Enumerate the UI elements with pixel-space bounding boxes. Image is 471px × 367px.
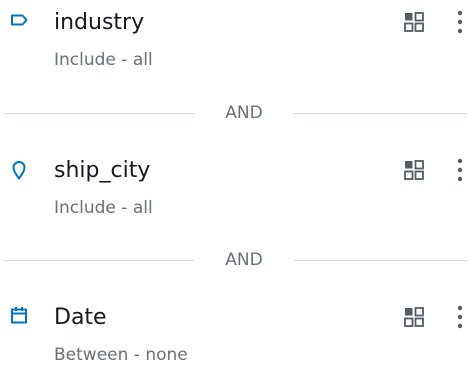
filter-description: Include - all <box>54 198 153 218</box>
filter-controls-icon[interactable] <box>402 305 426 329</box>
more-options-icon[interactable] <box>452 156 468 186</box>
filter-description: Include - all <box>54 50 153 70</box>
calendar-icon <box>9 305 29 325</box>
divider-line <box>294 113 467 114</box>
location-pin-icon <box>9 160 29 180</box>
divider-line <box>294 260 467 261</box>
filter-field-name: Date <box>54 305 107 330</box>
and-separator: AND <box>0 102 471 124</box>
filter-item-date[interactable]: Date Between - none <box>0 295 471 367</box>
filter-item-ship-city[interactable]: ship_city Include - all <box>0 148 471 220</box>
filter-controls-icon[interactable] <box>402 158 426 182</box>
filter-description: Between - none <box>54 345 188 365</box>
filter-item-industry[interactable]: industry Include - all <box>0 0 471 72</box>
tag-icon <box>9 10 29 30</box>
divider-line <box>4 113 194 114</box>
filter-field-name: industry <box>54 10 145 35</box>
and-label: AND <box>225 250 263 270</box>
divider-line <box>4 260 194 261</box>
and-separator: AND <box>0 249 471 271</box>
filter-controls-icon[interactable] <box>402 10 426 34</box>
filter-field-name: ship_city <box>54 158 151 183</box>
more-options-icon[interactable] <box>452 8 468 38</box>
more-options-icon[interactable] <box>452 303 468 333</box>
and-label: AND <box>225 103 263 123</box>
filters-panel: industry Include - all AND ship_city Inc… <box>0 0 471 367</box>
